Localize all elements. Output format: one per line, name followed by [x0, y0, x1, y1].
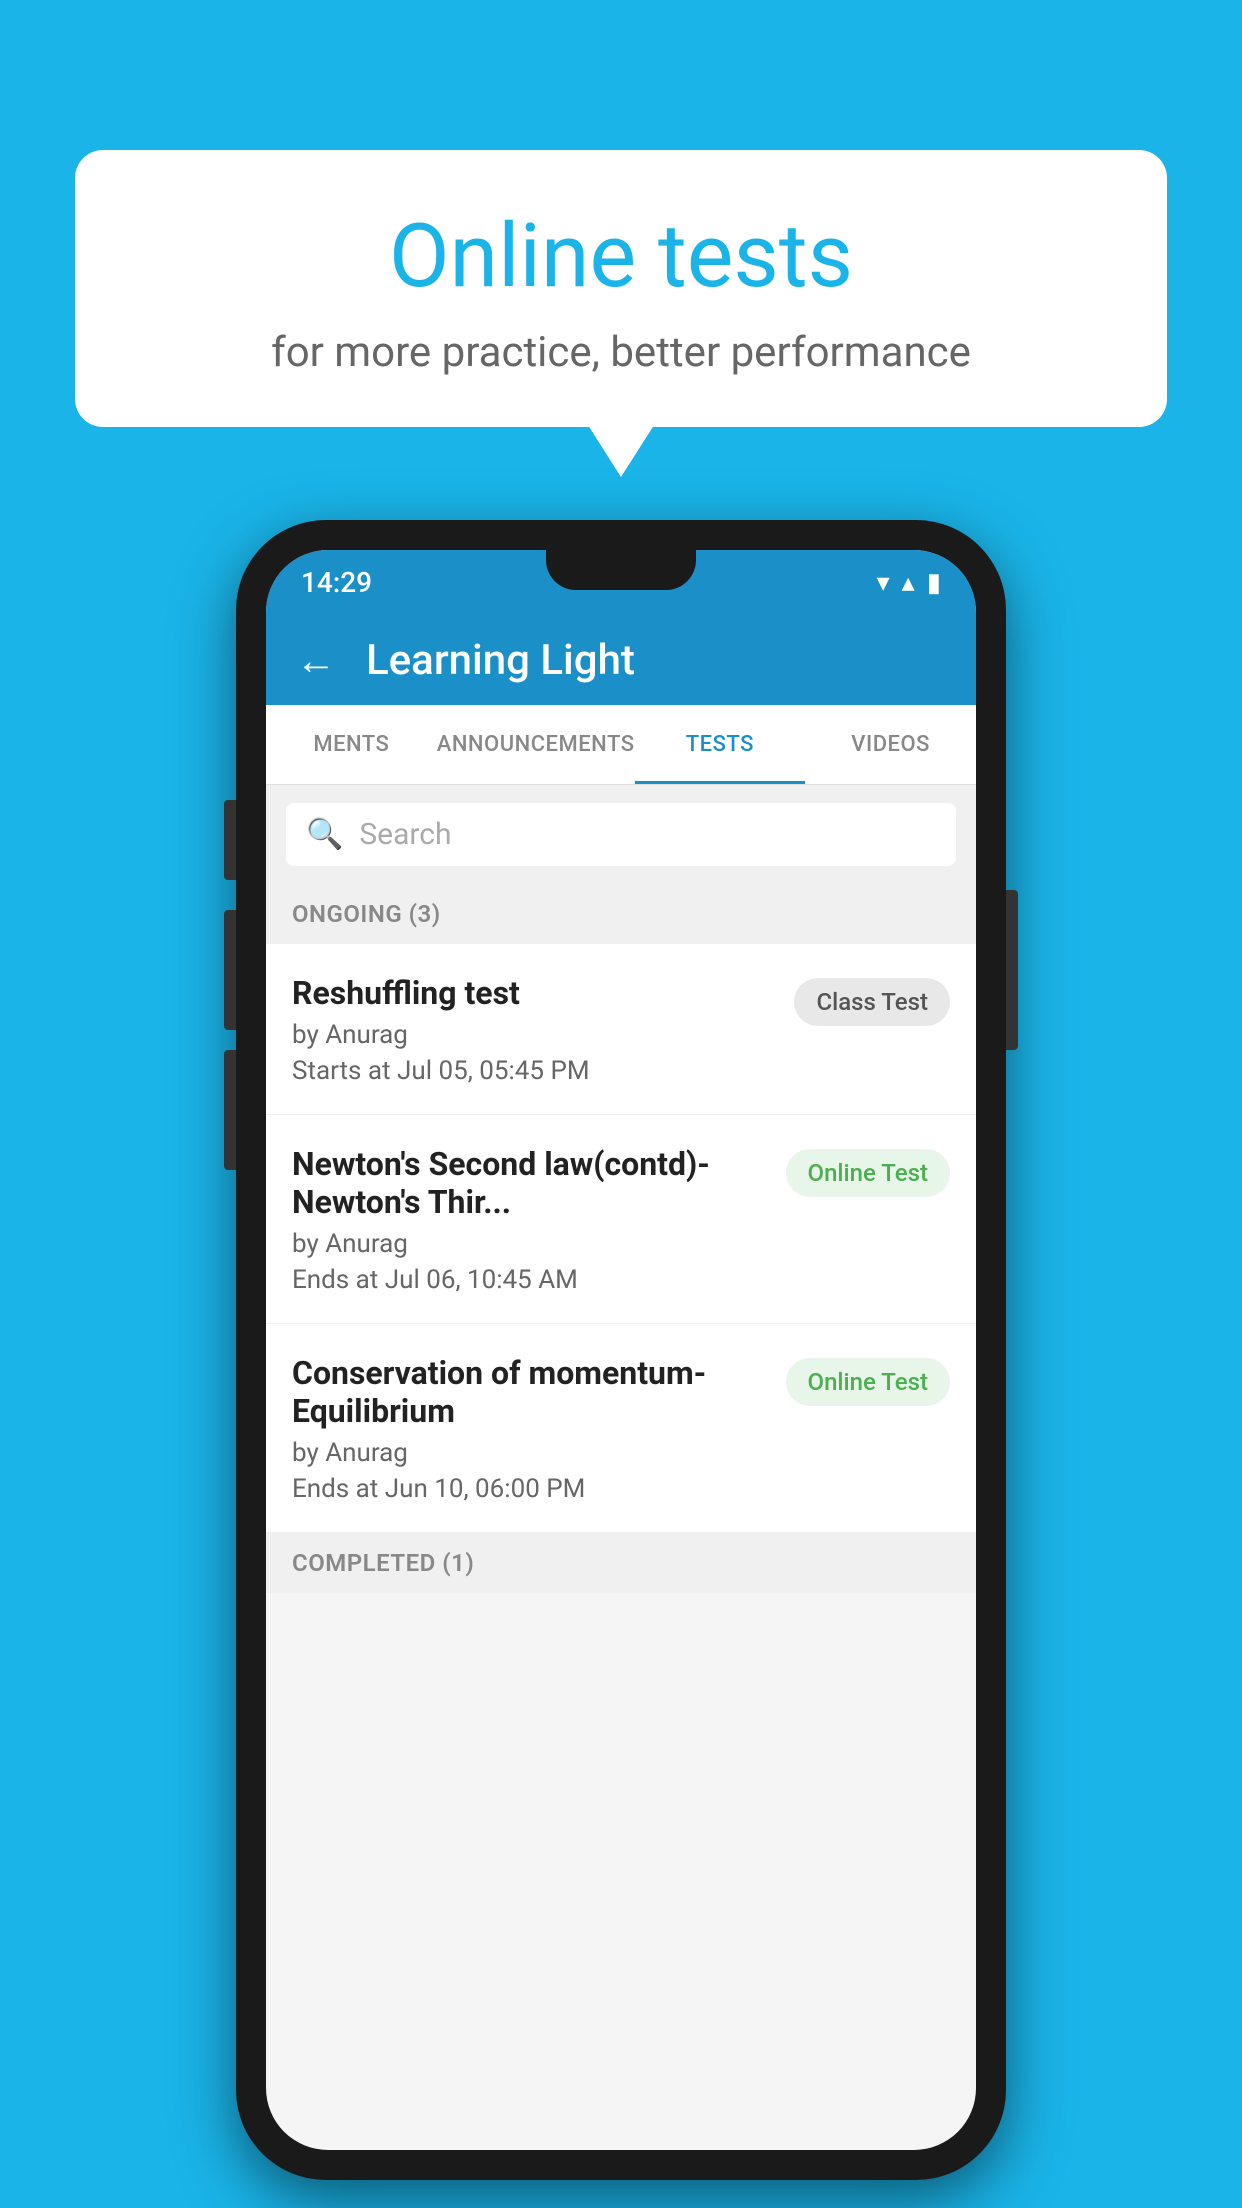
tab-ments[interactable]: MENTS: [266, 705, 437, 784]
bubble-title: Online tests: [135, 205, 1107, 308]
tab-videos[interactable]: VIDEOS: [805, 705, 976, 784]
tab-tests[interactable]: TESTS: [635, 705, 806, 784]
app-header: ← Learning Light: [266, 615, 976, 705]
phone-notch: [546, 550, 696, 590]
test-author-3: by Anurag: [292, 1438, 766, 1468]
phone-mockup: 14:29 ▾ ▴ ▮ ← Learning Light MENTS ANNOU…: [236, 520, 1006, 2180]
phone-button-volume-up: [224, 800, 236, 880]
test-author-2: by Anurag: [292, 1229, 766, 1259]
test-name-2: Newton's Second law(contd)-Newton's Thir…: [292, 1145, 766, 1221]
test-item-3[interactable]: Conservation of momentum-Equilibrium by …: [266, 1324, 976, 1533]
signal-icon: ▴: [902, 568, 915, 598]
test-author-1: by Anurag: [292, 1020, 774, 1050]
search-placeholder: Search: [359, 817, 451, 852]
phone-button-volume-down2: [224, 1050, 236, 1170]
test-time-2: Ends at Jul 06, 10:45 AM: [292, 1265, 766, 1295]
app-title: Learning Light: [366, 636, 635, 685]
test-badge-2: Online Test: [786, 1149, 950, 1197]
tabs-bar: MENTS ANNOUNCEMENTS TESTS VIDEOS: [266, 705, 976, 785]
test-list: Reshuffling test by Anurag Starts at Jul…: [266, 944, 976, 1533]
speech-bubble: Online tests for more practice, better p…: [75, 150, 1167, 427]
test-badge-3: Online Test: [786, 1358, 950, 1406]
test-item-2[interactable]: Newton's Second law(contd)-Newton's Thir…: [266, 1115, 976, 1324]
search-container: 🔍 Search: [266, 785, 976, 884]
completed-section-header: COMPLETED (1): [266, 1533, 976, 1593]
test-name-1: Reshuffling test: [292, 974, 774, 1012]
bubble-subtitle: for more practice, better performance: [135, 328, 1107, 377]
status-time: 14:29: [301, 566, 372, 599]
ongoing-section-header: ONGOING (3): [266, 884, 976, 944]
test-info-3: Conservation of momentum-Equilibrium by …: [292, 1354, 786, 1504]
battery-icon: ▮: [927, 568, 941, 598]
status-icons: ▾ ▴ ▮: [877, 568, 941, 598]
search-icon: 🔍: [306, 817, 343, 852]
phone-button-power: [1006, 890, 1018, 1050]
search-box[interactable]: 🔍 Search: [286, 803, 956, 866]
phone-screen: 14:29 ▾ ▴ ▮ ← Learning Light MENTS ANNOU…: [266, 550, 976, 2150]
test-item-1[interactable]: Reshuffling test by Anurag Starts at Jul…: [266, 944, 976, 1115]
test-name-3: Conservation of momentum-Equilibrium: [292, 1354, 766, 1430]
test-badge-1: Class Test: [794, 978, 950, 1026]
test-time-1: Starts at Jul 05, 05:45 PM: [292, 1056, 774, 1086]
phone-button-volume-down: [224, 910, 236, 1030]
wifi-icon: ▾: [877, 568, 890, 598]
tab-announcements[interactable]: ANNOUNCEMENTS: [437, 705, 635, 784]
test-time-3: Ends at Jun 10, 06:00 PM: [292, 1474, 766, 1504]
test-info-2: Newton's Second law(contd)-Newton's Thir…: [292, 1145, 786, 1295]
back-button[interactable]: ←: [296, 637, 336, 684]
test-info-1: Reshuffling test by Anurag Starts at Jul…: [292, 974, 794, 1086]
